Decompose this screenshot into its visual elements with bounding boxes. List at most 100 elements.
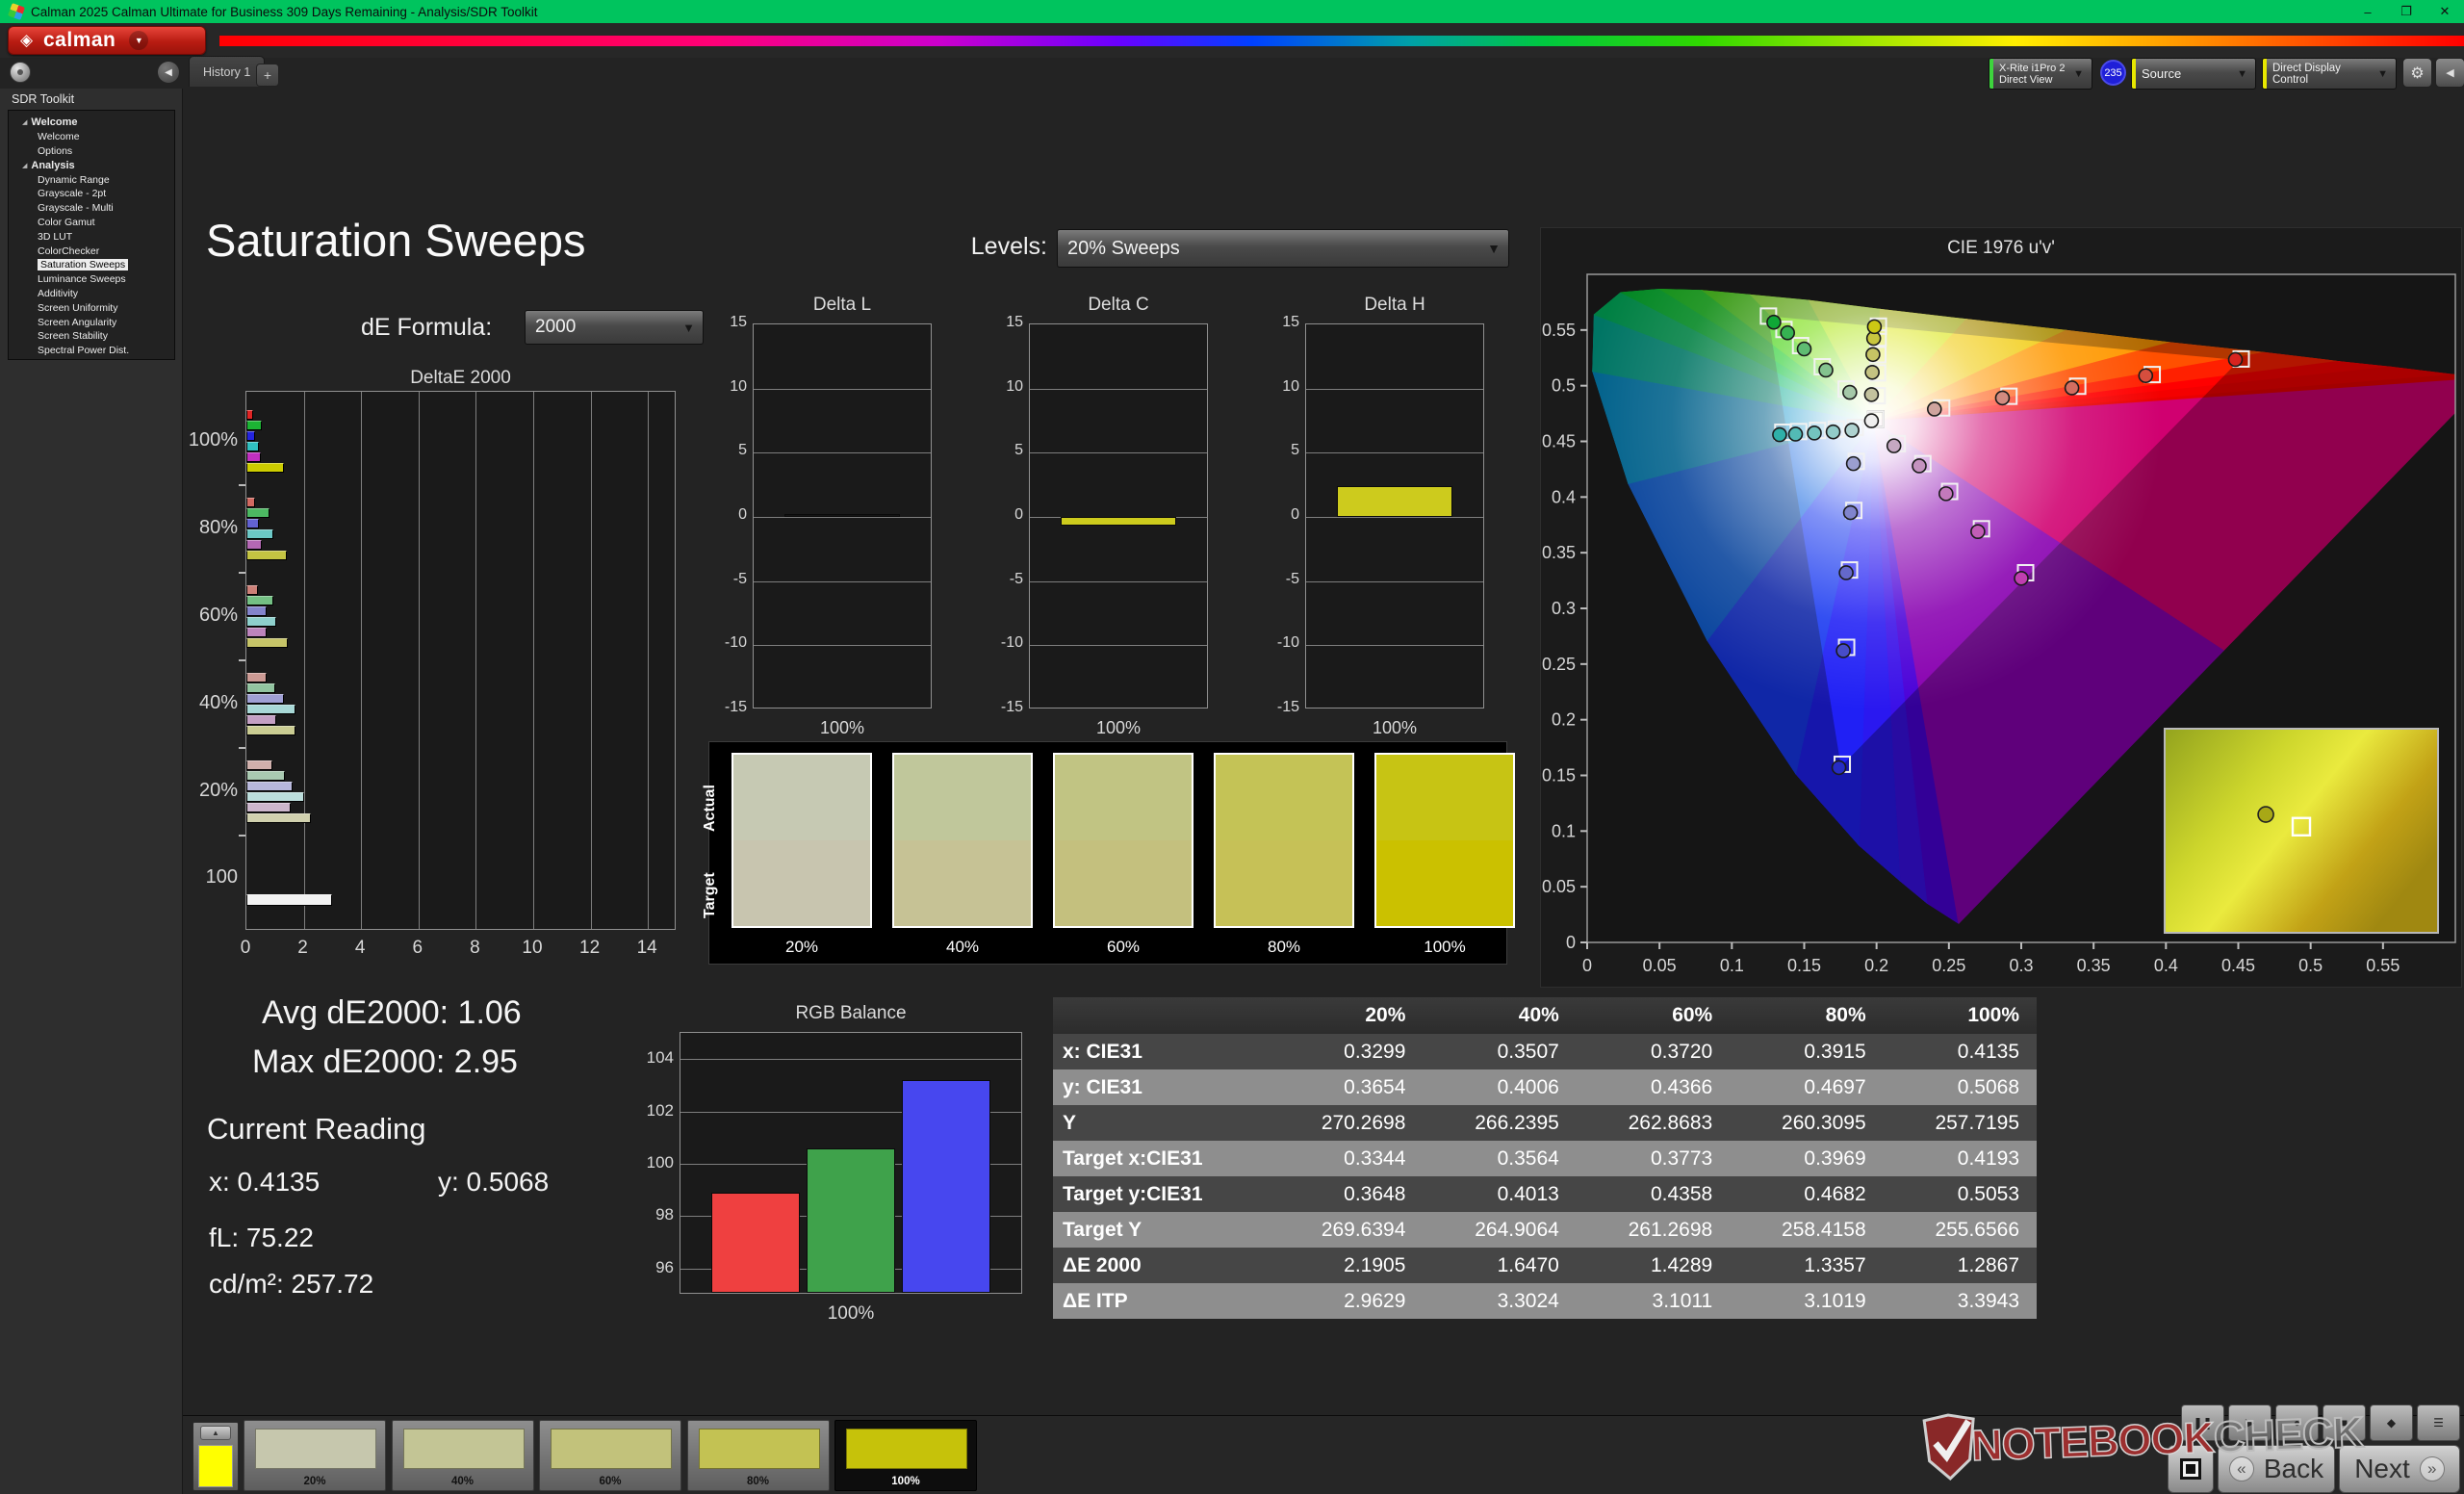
swatch-100% xyxy=(1374,753,1515,928)
media-button-4[interactable]: ■ xyxy=(2323,1404,2366,1441)
sidebar-item-saturation-sweeps[interactable]: Saturation Sweeps xyxy=(9,258,174,272)
swatch-label-60%: 60% xyxy=(1053,938,1194,957)
display-pattern-button[interactable] xyxy=(2168,1445,2214,1493)
row-label: y: CIE31 xyxy=(1053,1076,1270,1099)
sidebar-item-options[interactable]: Options xyxy=(9,144,174,159)
sidebar-item-3d-lut[interactable]: 3D LUT xyxy=(9,229,174,244)
tree-item-label: Grayscale - Multi xyxy=(38,202,114,214)
sidebar-item-colorchecker[interactable]: ColorChecker xyxy=(9,244,174,258)
deltae-bar-20%-Red xyxy=(246,760,272,770)
swatch-20% xyxy=(732,753,872,928)
sidebar-item-screen-uniformity[interactable]: Screen Uniformity xyxy=(9,300,174,315)
tree-item-label: Options xyxy=(38,145,72,157)
sidebar-item-luminance-sweeps[interactable]: Luminance Sweeps xyxy=(9,272,174,287)
sidebar-item-dynamic-range[interactable]: Dynamic Range xyxy=(9,172,174,187)
sidebar-item-grayscale-multi[interactable]: Grayscale - Multi xyxy=(9,201,174,216)
back-button[interactable]: « Back xyxy=(2218,1445,2335,1493)
table-row: Target y:CIE310.36480.40130.43580.46820.… xyxy=(1053,1176,2037,1212)
source-dropdown[interactable]: Source ▼ xyxy=(2131,58,2256,90)
thumb-patch xyxy=(551,1429,672,1469)
table-col-100%: 100% xyxy=(1884,1004,2037,1027)
media-button-6[interactable]: ☰ xyxy=(2417,1404,2460,1441)
media-button-2[interactable]: ▶ xyxy=(2228,1404,2272,1441)
deltaL-title: Delta L xyxy=(753,295,932,316)
deltae-bar-80%-Cyan xyxy=(246,529,273,539)
axis-tick xyxy=(239,484,245,486)
chevron-left-icon: « xyxy=(2229,1456,2254,1481)
workflow-indicator-button[interactable] xyxy=(10,62,31,83)
tree-item-label: Dynamic Range xyxy=(38,174,110,186)
gridline xyxy=(361,392,362,929)
filmstrip-thumb-60%[interactable]: 60% xyxy=(539,1420,681,1491)
minimize-button[interactable]: – xyxy=(2348,0,2387,23)
swatch-actual-20% xyxy=(733,755,870,840)
thumb-patch xyxy=(403,1429,525,1469)
rgb-bar-red xyxy=(711,1193,800,1293)
swatch-target-60% xyxy=(1055,840,1192,926)
filmstrip-thumb-20%[interactable]: 20% xyxy=(244,1420,386,1491)
chevron-down-icon: ▼ xyxy=(2073,68,2084,80)
table-cell: 269.6394 xyxy=(1270,1219,1423,1242)
tree-group-welcome[interactable]: ◢Welcome xyxy=(9,116,174,130)
swatch-actual-100% xyxy=(1376,755,1513,840)
actual-row-label: Actual xyxy=(702,812,719,832)
deltae-group-label: 100 xyxy=(170,866,238,889)
deltae-bar-40%-Cyan xyxy=(246,705,295,714)
panel-collapse-button[interactable]: ◀ xyxy=(2435,58,2464,88)
maximize-button[interactable]: ❐ xyxy=(2387,0,2426,23)
svg-text:0.1: 0.1 xyxy=(1552,821,1576,840)
sidebar-item-grayscale-2pt[interactable]: Grayscale - 2pt xyxy=(9,187,174,201)
sidebar-item-spectral-power-dist-[interactable]: Spectral Power Dist. xyxy=(9,344,174,358)
gridline xyxy=(648,392,649,929)
deltae-group-label: 20% xyxy=(170,780,238,802)
gridline xyxy=(754,581,931,582)
table-row: Target x:CIE310.33440.35640.37730.39690.… xyxy=(1053,1141,2037,1176)
display-control-dropdown[interactable]: Direct Display Control ▼ xyxy=(2262,58,2397,90)
sidebar-item-color-gamut[interactable]: Color Gamut xyxy=(9,216,174,230)
add-tab-button[interactable]: + xyxy=(256,64,279,87)
meter-dropdown[interactable]: X-Rite i1Pro 2Direct View ▼ xyxy=(1989,58,2092,90)
media-button-5[interactable]: ◆ xyxy=(2370,1404,2413,1441)
source-label: Source xyxy=(2132,66,2181,81)
next-label: Next xyxy=(2354,1454,2410,1484)
next-button[interactable]: Next » xyxy=(2339,1445,2460,1493)
tree-item-label: Spectral Power Dist. xyxy=(38,345,129,356)
y-tick-label: 15 xyxy=(985,314,1023,331)
tab-history-1[interactable]: History 1 xyxy=(189,56,265,87)
gridline xyxy=(1030,452,1207,453)
rgb-bar-green xyxy=(807,1148,895,1293)
filmstrip-thumb-80%[interactable]: 80% xyxy=(687,1420,830,1491)
table-cell: 261.2698 xyxy=(1577,1219,1730,1242)
x-tick-label: 0 xyxy=(234,938,257,959)
svg-text:0.05: 0.05 xyxy=(1643,956,1677,975)
filmstrip-thumb-100%[interactable]: 100% xyxy=(834,1420,977,1491)
close-button[interactable]: ✕ xyxy=(2426,0,2464,23)
svg-text:0.05: 0.05 xyxy=(1542,877,1576,896)
filmstrip-expand-button[interactable]: ▲ xyxy=(200,1426,231,1440)
sidebar-item-screen-stability[interactable]: Screen Stability xyxy=(9,329,174,344)
de-formula-dropdown[interactable]: 2000 ▼ xyxy=(525,310,704,345)
y-tick-label: 15 xyxy=(1261,314,1299,331)
meter-count-badge: 235 xyxy=(2100,60,2126,86)
levels-dropdown[interactable]: 20% Sweeps ▼ xyxy=(1057,229,1509,268)
calman-menu-button[interactable]: ◈ calman ▼ xyxy=(8,26,206,55)
sidebar-collapse-button[interactable]: ◀ xyxy=(158,62,179,83)
media-button-3[interactable]: ● xyxy=(2275,1404,2319,1441)
row-label: ΔE 2000 xyxy=(1053,1254,1270,1277)
sidebar-item-additivity[interactable]: Additivity xyxy=(9,287,174,301)
media-button-1[interactable]: ❚❚ xyxy=(2181,1404,2224,1441)
y-tick-label: 10 xyxy=(1261,378,1299,396)
max-de2000: Max dE2000: 2.95 xyxy=(252,1043,518,1081)
deltae-bar-100-Red xyxy=(246,894,332,906)
thumb-patch xyxy=(846,1429,967,1469)
sidebar-item-screen-angularity[interactable]: Screen Angularity xyxy=(9,315,174,329)
tree-group-analysis[interactable]: ◢Analysis xyxy=(9,158,174,172)
rgb-x-label: 100% xyxy=(680,1303,1022,1325)
filmstrip-thumb-40%[interactable]: 40% xyxy=(392,1420,534,1491)
svg-text:0.5: 0.5 xyxy=(2298,956,2323,975)
svg-text:0.35: 0.35 xyxy=(2077,956,2111,975)
table-cell: 0.3720 xyxy=(1577,1041,1730,1064)
chevron-down-icon: ▼ xyxy=(2377,68,2388,80)
settings-button[interactable]: ⚙ xyxy=(2402,58,2432,88)
sidebar-item-welcome[interactable]: Welcome xyxy=(9,130,174,144)
